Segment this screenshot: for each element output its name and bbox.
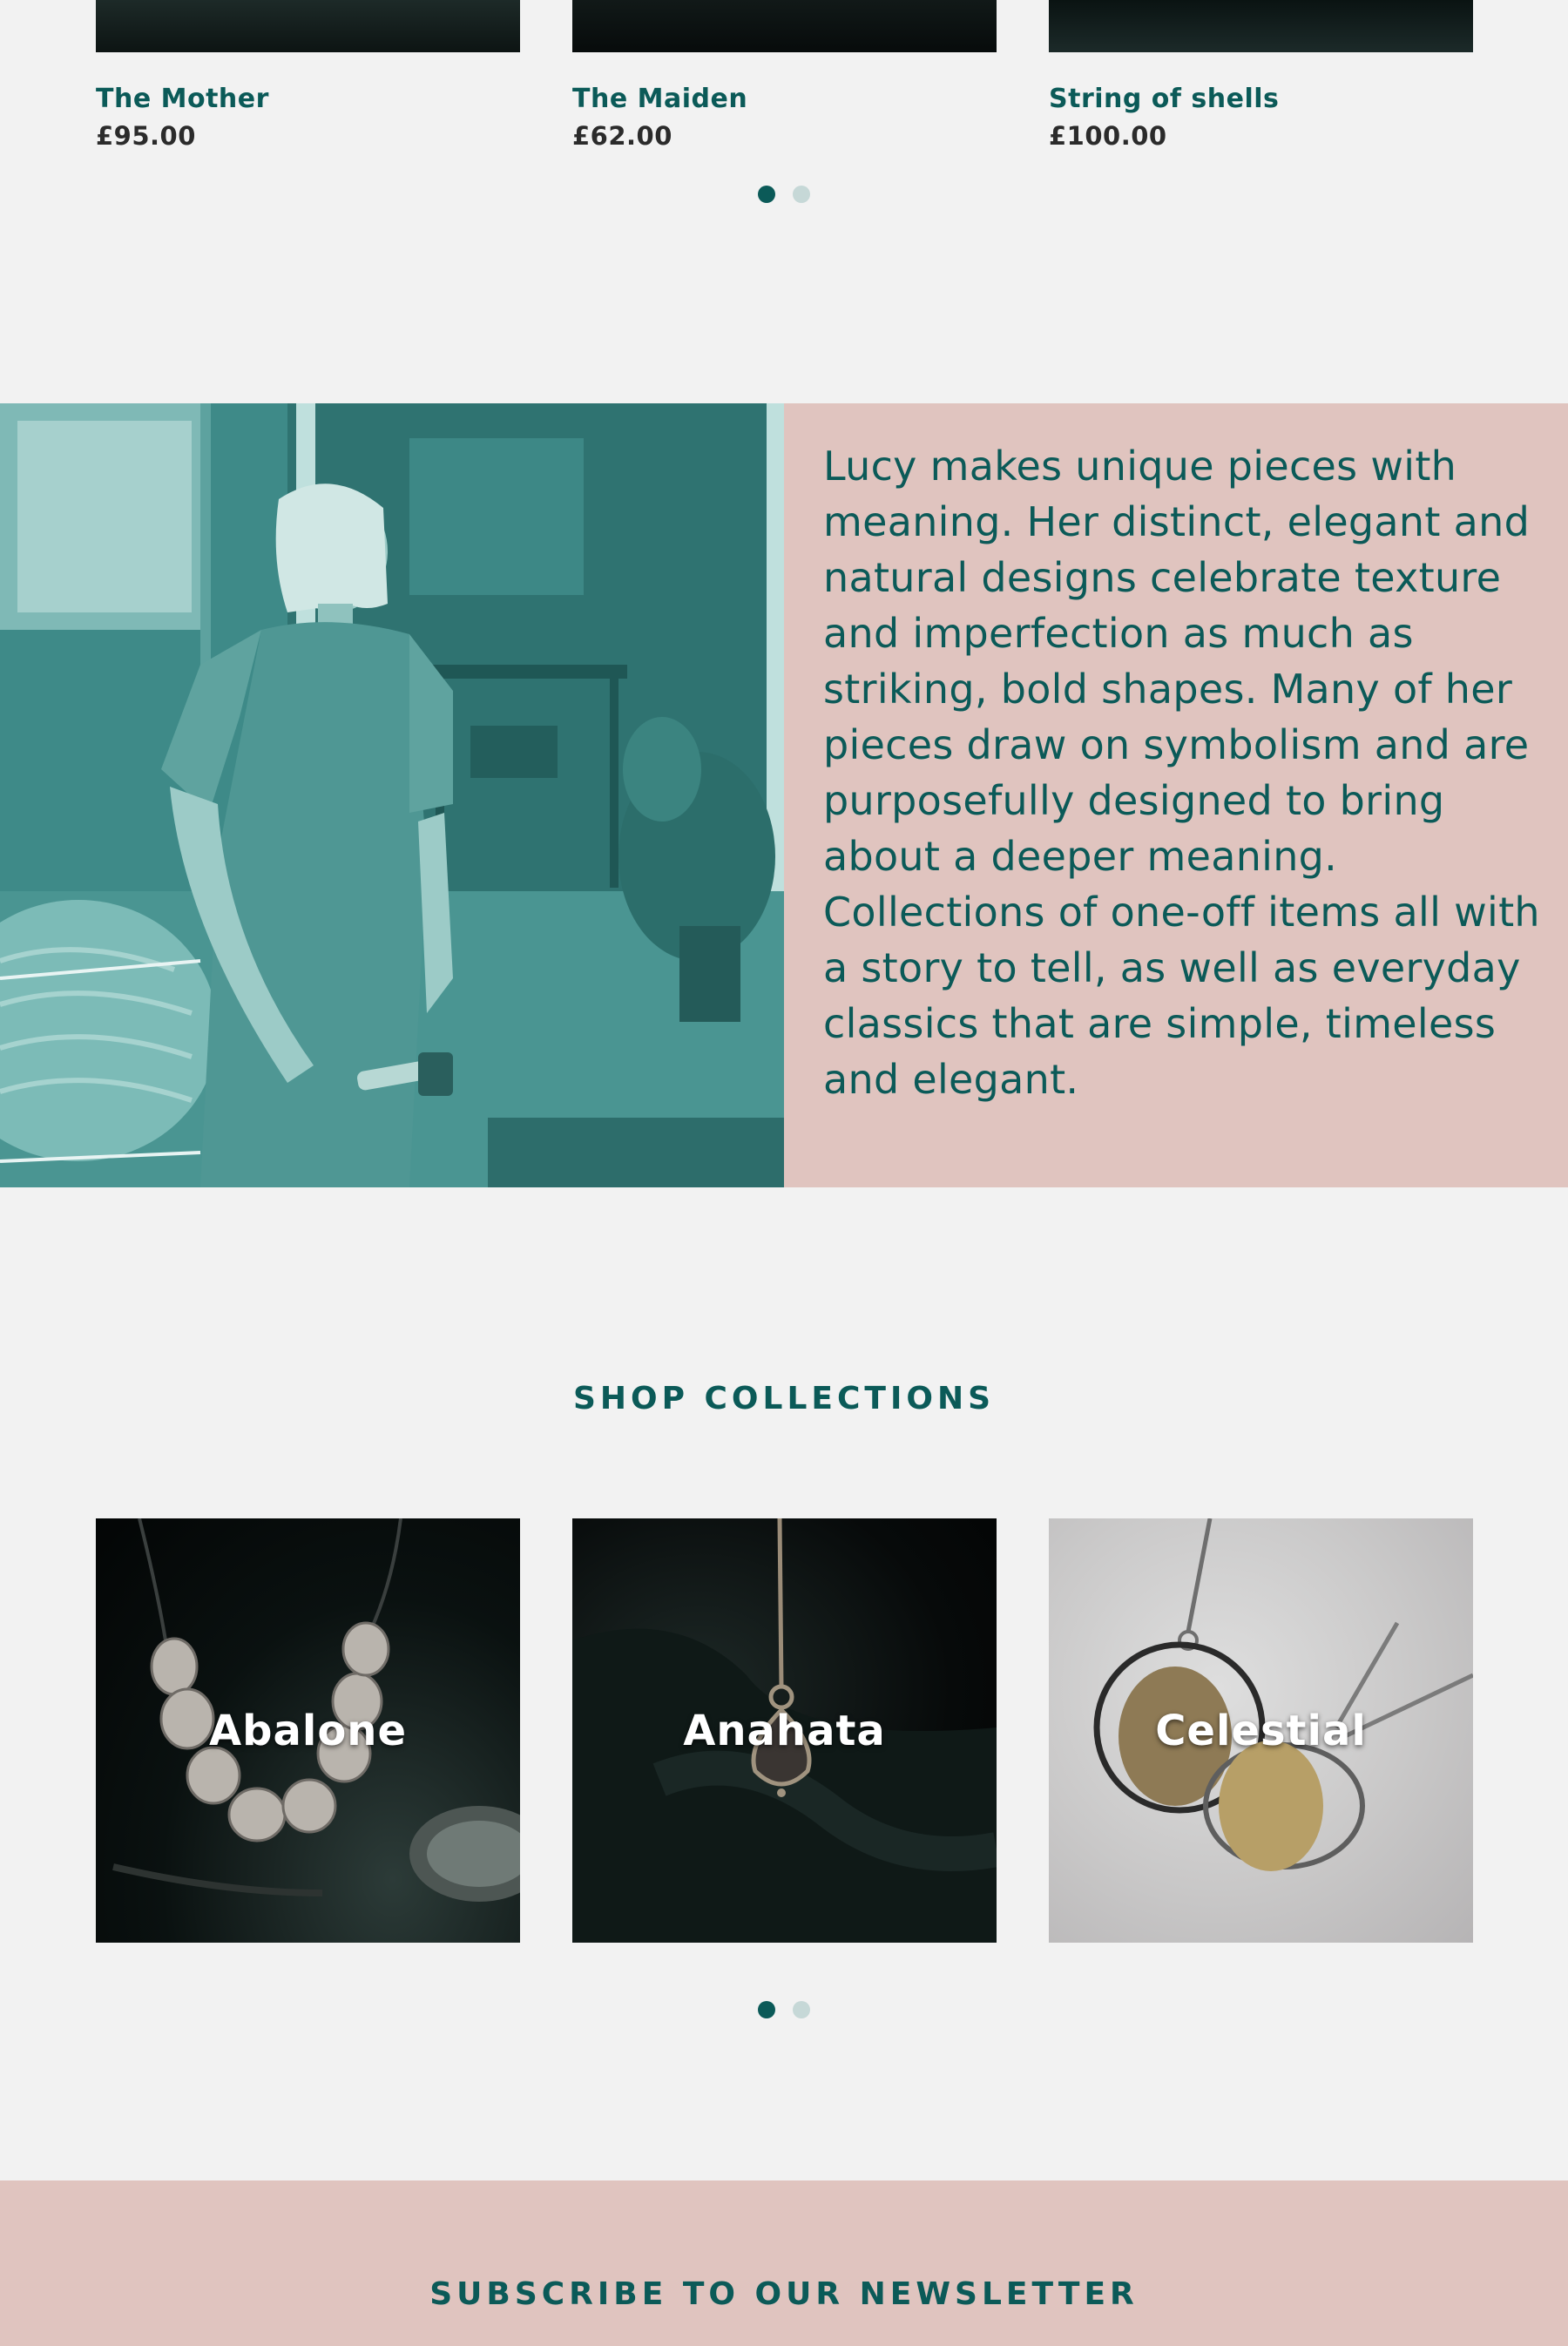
about-text-panel: Lucy makes unique pieces with meaning. H… [784,403,1568,1187]
product-card-the-mother[interactable]: The Mother £95.00 [96,0,520,151]
product-price: £95.00 [96,121,196,151]
about-description: Lucy makes unique pieces with meaning. H… [823,443,1540,1103]
shop-collections-heading: SHOP COLLECTIONS [572,1381,996,1416]
product-image[interactable] [572,0,997,52]
product-name[interactable]: The Mother [96,84,520,114]
about-section: Lucy makes unique pieces with meaning. H… [0,403,1568,1187]
maker-photo-illustration [0,403,784,1187]
collection-card-celestial[interactable]: Celestial [1049,1518,1473,1943]
product-carousel: The Mother £95.00 The Maiden £62.00 Stri… [96,0,1473,151]
collections-carousel-pagination [0,2001,1568,2018]
product-price: £62.00 [572,121,672,151]
product-name[interactable]: The Maiden [572,84,997,114]
product-image[interactable] [96,0,520,52]
collection-label[interactable]: Celestial [1049,1518,1473,1943]
carousel-dot-1[interactable] [758,186,775,203]
carousel-dot-2[interactable] [793,186,810,203]
product-card-string-of-shells[interactable]: String of shells £100.00 [1049,0,1473,151]
newsletter-section: SUBSCRIBE TO OUR NEWSLETTER [0,2180,1568,2346]
collection-card-abalone[interactable]: Abalone [96,1518,520,1943]
collections-carousel: Abalone Anahata Celestial [96,1518,1473,1943]
collection-card-anahata[interactable]: Anahata [572,1518,997,1943]
newsletter-heading: SUBSCRIBE TO OUR NEWSLETTER [429,2276,1139,2312]
collection-label[interactable]: Anahata [572,1518,997,1943]
carousel-dot-1[interactable] [758,2001,775,2018]
product-image[interactable] [1049,0,1473,52]
carousel-dot-2[interactable] [793,2001,810,2018]
maker-photo [0,403,784,1187]
product-card-the-maiden[interactable]: The Maiden £62.00 [572,0,997,151]
product-carousel-pagination [0,186,1568,203]
collection-label[interactable]: Abalone [96,1518,520,1943]
product-price: £100.00 [1049,121,1167,151]
product-name[interactable]: String of shells [1049,84,1473,114]
